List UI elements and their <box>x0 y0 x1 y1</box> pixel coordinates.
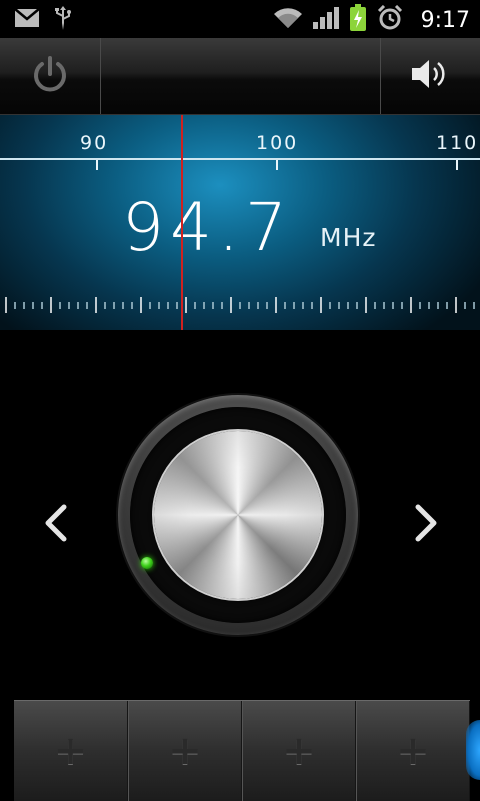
seek-next-button[interactable] <box>406 500 446 550</box>
signal-icon <box>312 6 339 34</box>
gmail-icon <box>14 8 40 32</box>
add-preset-icon: + <box>396 728 430 774</box>
add-preset-icon: + <box>53 728 88 774</box>
preset-slot-4[interactable]: + <box>356 701 470 801</box>
preset-slot-1[interactable]: + <box>14 701 128 801</box>
tuner-display[interactable]: 90 100 110 94.7 MHz <box>0 115 480 330</box>
preset-bar: + + + + <box>14 700 470 801</box>
power-icon <box>30 54 70 98</box>
volume-button[interactable] <box>380 38 480 114</box>
tuning-knob-ring <box>118 395 358 635</box>
toolbar <box>0 38 480 115</box>
toolbar-divider-left <box>100 38 101 114</box>
status-time: 9:17 <box>420 7 470 33</box>
major-tick <box>276 160 278 170</box>
tuning-indicator-led <box>141 557 153 569</box>
status-bar: 9:17 <box>0 0 480 38</box>
volume-icon <box>410 57 450 95</box>
frequency-unit: MHz <box>320 223 377 252</box>
scale-line <box>0 158 480 160</box>
tuning-knob[interactable] <box>154 431 322 599</box>
add-preset-icon: + <box>282 728 316 774</box>
major-tick <box>456 160 458 170</box>
major-tick <box>96 160 98 170</box>
tuning-needle[interactable] <box>181 115 183 330</box>
scale-label-100: 100 <box>256 132 299 154</box>
scale-label-90: 90 <box>80 132 109 154</box>
seek-previous-button[interactable] <box>36 500 76 550</box>
wifi-icon <box>273 6 303 34</box>
alarm-icon <box>377 4 403 35</box>
battery-charging-icon <box>349 4 367 36</box>
chevron-right-icon <box>412 503 440 547</box>
usb-icon <box>54 6 72 34</box>
power-button[interactable] <box>0 38 100 114</box>
fine-tick-scale <box>5 297 475 313</box>
add-preset-icon: + <box>168 728 202 774</box>
scale-label-110: 110 <box>436 132 479 154</box>
preset-slot-3[interactable]: + <box>242 701 356 801</box>
chevron-left-icon <box>42 503 70 547</box>
frequency-display: 94.7 <box>122 189 293 266</box>
preset-scroll-indicator <box>466 720 480 780</box>
preset-slot-2[interactable]: + <box>128 701 242 801</box>
knob-area <box>0 330 480 700</box>
